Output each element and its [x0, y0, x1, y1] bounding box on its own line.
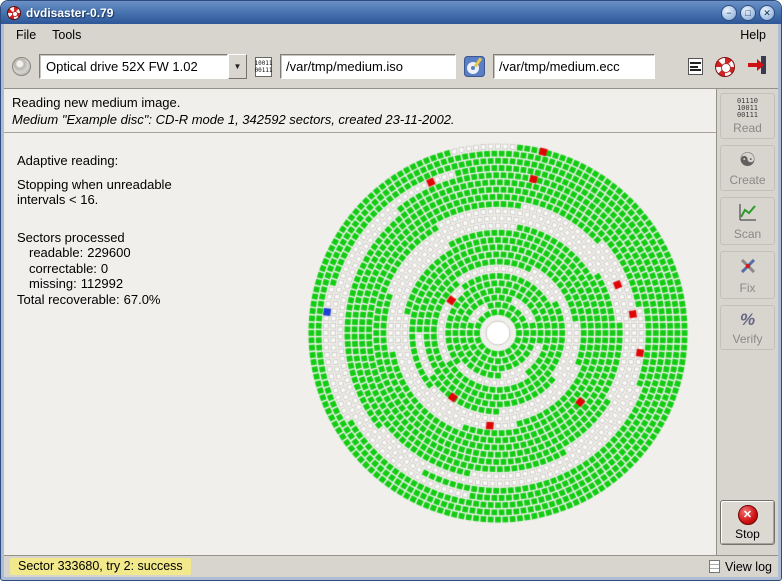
scan-chart-icon — [738, 202, 758, 225]
drive-select-arrow-button[interactable]: ▼ — [228, 54, 247, 79]
yinyang-icon: ☯ — [739, 150, 756, 171]
readable-row: readable: 229600 — [17, 245, 172, 261]
iso-path-input[interactable] — [280, 54, 456, 79]
chevron-down-icon: ▼ — [234, 62, 242, 71]
correctable-label: correctable: — [29, 261, 97, 276]
read-button[interactable]: 01110 10011 00111 Read — [720, 93, 775, 139]
ecc-file-icon — [464, 56, 485, 77]
binary-icon: 01110 10011 00111 — [737, 98, 758, 119]
help-button[interactable] — [713, 55, 737, 79]
toolbar: Optical drive 52X FW 1.02 ▼ 10011 00111 — [4, 45, 778, 89]
menu-tools[interactable]: Tools — [44, 26, 89, 44]
sectors-processed-label: Sectors processed — [17, 230, 172, 246]
main-area: Adaptive reading: Stopping when unreadab… — [4, 133, 716, 555]
reading-status-line: Reading new medium image. — [12, 94, 708, 111]
body: Reading new medium image. Medium "Exampl… — [4, 89, 778, 555]
app-icon[interactable] — [7, 6, 21, 20]
titlebar: dvdisaster-0.79 − □ ✕ — [1, 1, 781, 24]
maximize-button[interactable]: □ — [740, 5, 756, 21]
preferences-button[interactable] — [686, 56, 705, 77]
close-button[interactable]: ✕ — [759, 5, 775, 21]
window-controls: − □ ✕ — [721, 5, 775, 21]
preferences-icon — [688, 58, 703, 75]
medium-info-line: Medium "Example disc": CD-R mode 1, 3425… — [12, 111, 708, 128]
stop-button[interactable]: ✕ Stop — [720, 500, 775, 545]
stopping-line-2: intervals < 16. — [17, 192, 172, 208]
minimize-button[interactable]: − — [721, 5, 737, 21]
fix-button[interactable]: Fix — [720, 251, 775, 299]
verify-button[interactable]: % Verify — [720, 305, 775, 350]
view-log-button[interactable]: View log — [725, 560, 772, 574]
percent-icon: % — [740, 310, 755, 330]
sidebar: 01110 10011 00111 Read ☯ Create — [716, 89, 778, 555]
scan-button[interactable]: Scan — [720, 197, 775, 245]
window-title: dvdisaster-0.79 — [26, 6, 716, 20]
correctable-value: 0 — [101, 261, 108, 276]
status-area: Reading new medium image. Medium "Exampl… — [4, 89, 716, 133]
create-button[interactable]: ☯ Create — [720, 145, 775, 191]
window-frame: File Tools Help Optical drive 52X FW 1.0… — [4, 24, 778, 577]
iso-icon-line: 10011 — [254, 60, 272, 67]
menu-help[interactable]: Help — [732, 26, 774, 44]
drive-select-value: Optical drive 52X FW 1.02 — [39, 54, 228, 79]
status-message: Sector 333680, try 2: success — [10, 558, 191, 575]
fix-tools-icon — [738, 256, 758, 279]
missing-row: missing: 112992 — [17, 276, 172, 292]
lifebuoy-icon — [715, 57, 735, 77]
total-recoverable-value: 67.0% — [124, 292, 161, 307]
exit-icon — [747, 55, 768, 78]
total-recoverable-row: Total recoverable: 67.0% — [17, 292, 172, 308]
ecc-path-input[interactable] — [493, 54, 655, 79]
content-column: Reading new medium image. Medium "Exampl… — [4, 89, 716, 555]
exit-button[interactable] — [745, 53, 770, 80]
adaptive-reading-label: Adaptive reading: — [17, 153, 172, 169]
info-panel: Adaptive reading: Stopping when unreadab… — [17, 153, 172, 307]
total-recoverable-label: Total recoverable: — [17, 292, 120, 307]
missing-label: missing: — [29, 276, 77, 291]
readable-value: 229600 — [87, 245, 130, 260]
iso-icon-line: 00111 — [254, 67, 272, 74]
missing-value: 112992 — [81, 276, 123, 291]
correctable-row: correctable: 0 — [17, 261, 172, 277]
menu-file[interactable]: File — [8, 26, 44, 44]
stopping-line-1: Stopping when unreadable — [17, 177, 172, 193]
readable-label: readable: — [29, 245, 83, 260]
statusbar: Sector 333680, try 2: success View log — [4, 555, 778, 577]
drive-icon — [12, 57, 31, 76]
iso-file-icon: 10011 00111 — [255, 57, 272, 77]
drive-select[interactable]: Optical drive 52X FW 1.02 ▼ — [39, 54, 247, 79]
menubar: File Tools Help — [4, 24, 778, 45]
log-icon — [709, 560, 720, 573]
app-window: dvdisaster-0.79 − □ ✕ File Tools Help Op… — [0, 0, 782, 581]
stop-icon: ✕ — [738, 505, 758, 525]
